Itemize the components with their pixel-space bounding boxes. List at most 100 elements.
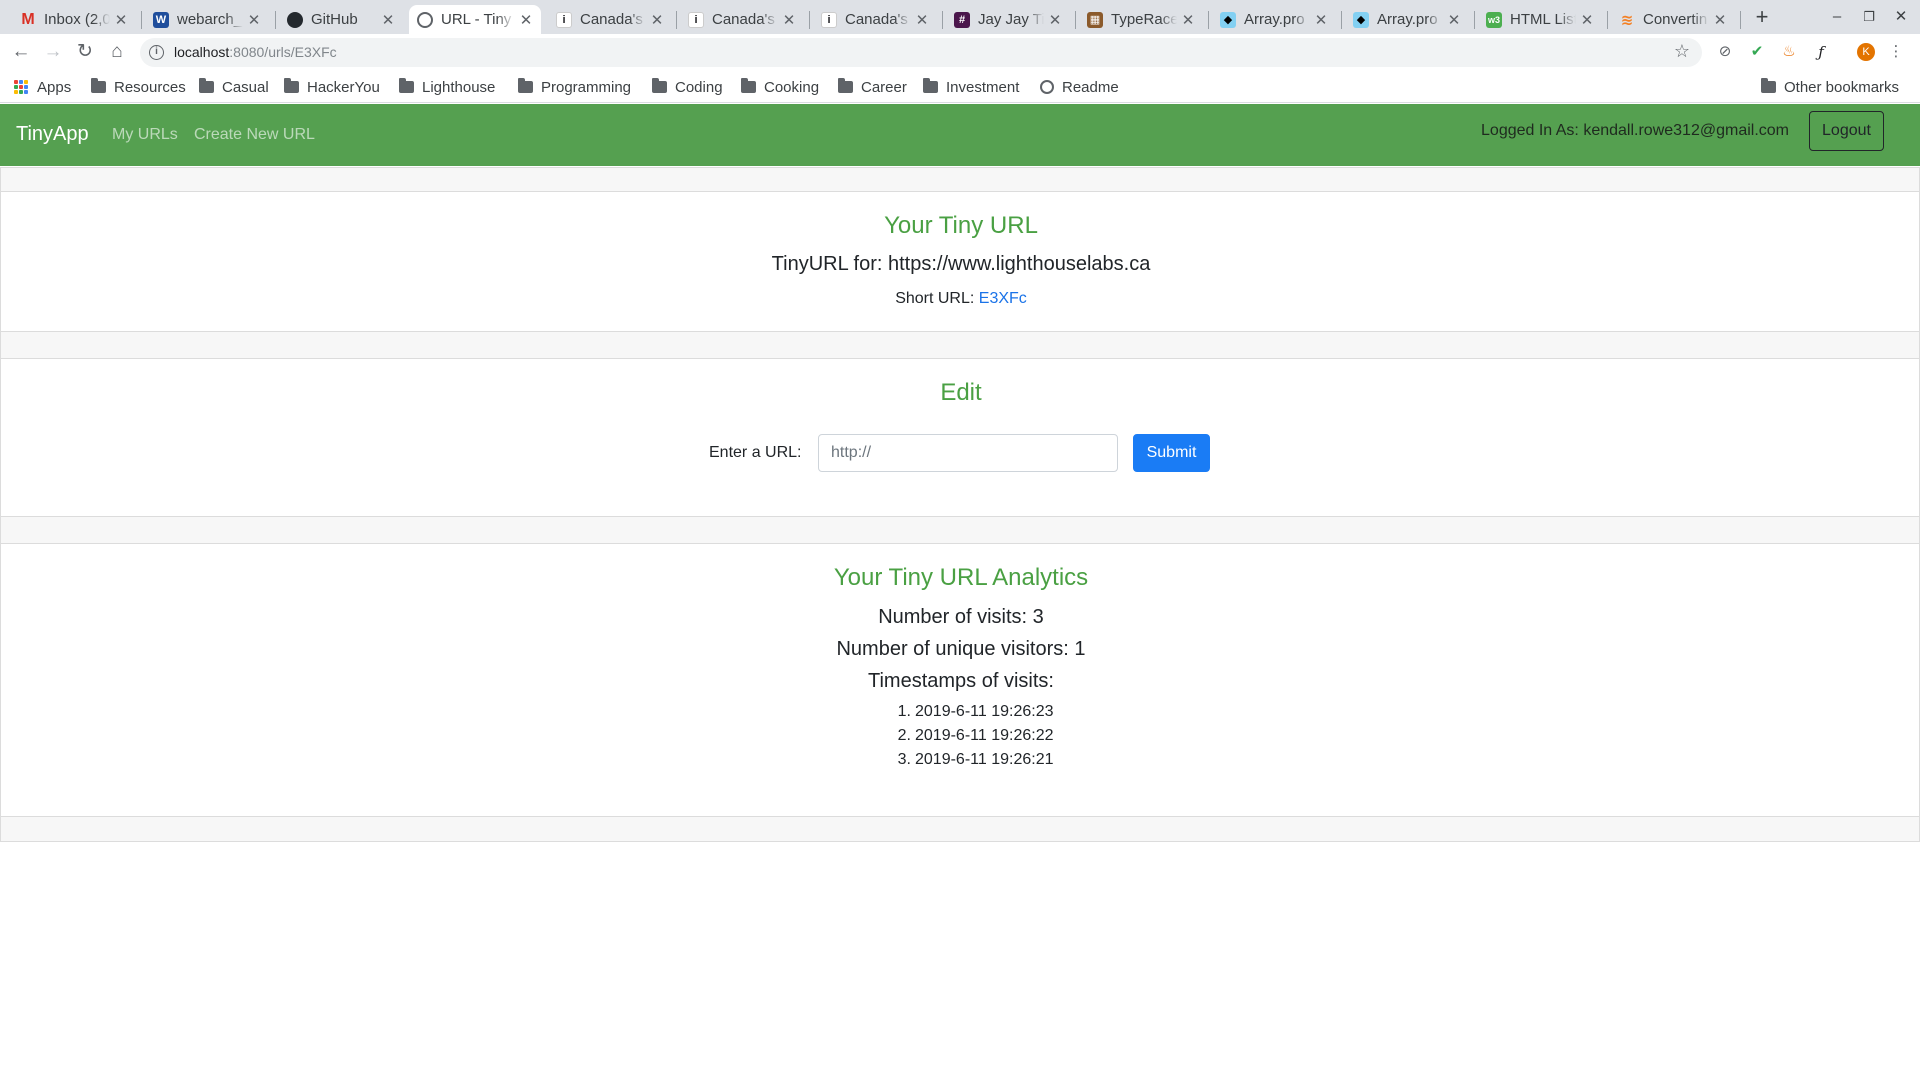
timestamps-label: Timestamps of visits: (868, 670, 1054, 692)
check-extension-icon[interactable]: ✔ (1748, 43, 1766, 61)
forward-icon[interactable]: → (40, 39, 66, 65)
back-icon[interactable]: ← (8, 39, 34, 65)
bookmark-label: Apps (37, 78, 72, 96)
close-tab-icon[interactable]: ✕ (1447, 11, 1461, 29)
bookmark-hackeryou[interactable]: HackerYou (284, 78, 380, 96)
bookmark-label: Casual (222, 78, 269, 96)
bookmark-label: Resources (114, 78, 186, 96)
logout-button[interactable]: Logout (1809, 111, 1884, 151)
home-icon[interactable]: ⌂ (104, 39, 130, 65)
tab-separator (1740, 11, 1741, 29)
close-tab-icon[interactable]: ✕ (1314, 11, 1328, 29)
short-url-link[interactable]: E3XFc (979, 290, 1027, 307)
browser-toolbar: ← → ↻ ⌂ i localhost:8080/urls/E3XFc ☆ ⊘ … (0, 34, 1920, 70)
bookmark-resources[interactable]: Resources (91, 78, 186, 96)
url-input[interactable] (818, 434, 1118, 472)
bookmark-programming[interactable]: Programming (518, 78, 631, 96)
bookmark-career[interactable]: Career (838, 78, 907, 96)
minimize-icon[interactable]: – (1821, 4, 1853, 30)
close-tab-icon[interactable]: ✕ (114, 11, 128, 29)
tab-title: Jay Jay Tir (978, 11, 1044, 28)
tab-separator (942, 11, 943, 29)
close-window-icon[interactable]: ✕ (1885, 4, 1917, 30)
stackoverflow-icon: ≋ (1620, 11, 1634, 29)
list-number: 3. (897, 751, 911, 768)
tiny-url-card: Your Tiny URL TinyURL for: https://www.l… (0, 191, 1920, 332)
bookmark-label: Readme (1062, 78, 1119, 96)
close-tab-icon[interactable]: ✕ (1713, 11, 1727, 29)
logged-in-as: Logged In As: kendall.rowe312@gmail.com (1481, 122, 1789, 139)
short-url-label: Short URL: (895, 290, 975, 307)
bookmark-apps[interactable]: Apps (14, 78, 71, 96)
folder-icon (91, 78, 106, 93)
tab-jayjay[interactable]: # Jay Jay Tir ✕ (946, 5, 1070, 34)
unique-visitors-count: Number of unique visitors: 1 (836, 638, 1086, 660)
nav-my-urls[interactable]: My URLs (112, 126, 178, 144)
folder-icon (399, 78, 414, 93)
block-extension-icon[interactable]: ⊘ (1716, 43, 1734, 61)
close-tab-icon[interactable]: ✕ (915, 11, 929, 29)
tab-typeracer[interactable]: ▦ TypeRace ✕ (1079, 5, 1203, 34)
tab-html-list[interactable]: w3 HTML List ✕ (1478, 5, 1602, 34)
close-tab-icon[interactable]: ✕ (519, 11, 533, 29)
reload-icon[interactable]: ↻ (72, 39, 98, 65)
bookmark-coding[interactable]: Coding (652, 78, 723, 96)
tab-github[interactable]: GitHub ✕ (279, 5, 403, 34)
info-icon: i (821, 11, 837, 28)
tab-tinyapp[interactable]: URL - Tiny ✕ (409, 5, 541, 34)
globe-icon (1040, 80, 1054, 94)
site-info-icon[interactable]: i (149, 45, 164, 60)
folder-icon (284, 78, 299, 93)
tab-title: Array.pro (1377, 11, 1438, 28)
analytics-card: Your Tiny URL Analytics Number of visits… (0, 543, 1920, 817)
webarch-icon: W (153, 11, 169, 28)
tab-separator (1474, 11, 1475, 29)
section-spacer (0, 331, 1920, 359)
tab-canada-2[interactable]: i Canada's ✕ (680, 5, 804, 34)
tab-gmail[interactable]: M Inbox (2,0 ✕ (12, 5, 136, 34)
address-url[interactable]: localhost:8080/urls/E3XFc (174, 44, 337, 60)
close-tab-icon[interactable]: ✕ (650, 11, 664, 29)
app-navbar: TinyApp My URLs Create New URL Logged In… (0, 104, 1920, 166)
bookmark-readme[interactable]: Readme (1040, 78, 1119, 96)
submit-button[interactable]: Submit (1133, 434, 1210, 472)
bookmark-lighthouse[interactable]: Lighthouse (399, 78, 495, 96)
restore-icon[interactable]: ❐ (1853, 4, 1885, 30)
close-tab-icon[interactable]: ✕ (1048, 11, 1062, 29)
other-bookmarks[interactable]: Other bookmarks (1761, 78, 1899, 96)
tab-webarch[interactable]: W webarch_ ✕ (145, 5, 269, 34)
bookmark-cooking[interactable]: Cooking (741, 78, 819, 96)
tab-canada-1[interactable]: i Canada's ✕ (548, 5, 672, 34)
folder-icon (518, 78, 533, 93)
tab-title: Convertin (1643, 11, 1708, 28)
folder-icon (1761, 78, 1776, 93)
close-tab-icon[interactable]: ✕ (381, 11, 395, 29)
folder-icon (199, 78, 214, 93)
list-number: 2. (897, 727, 911, 744)
tab-separator (275, 11, 276, 29)
bookmark-label: Coding (675, 78, 723, 96)
close-tab-icon[interactable]: ✕ (1580, 11, 1594, 29)
close-tab-icon[interactable]: ✕ (1181, 11, 1195, 29)
menu-kebab-icon[interactable]: ⋮ (1887, 43, 1905, 61)
tab-separator (141, 11, 142, 29)
tab-canada-3[interactable]: i Canada's ✕ (813, 5, 937, 34)
tab-title: HTML List (1510, 11, 1576, 28)
close-tab-icon[interactable]: ✕ (782, 11, 796, 29)
profile-avatar[interactable]: K (1857, 43, 1875, 61)
tab-title: URL - Tiny (441, 11, 512, 28)
function-extension-icon[interactable]: ƒ (1812, 43, 1830, 61)
bookmark-investment[interactable]: Investment (923, 78, 1019, 96)
new-tab-button[interactable]: + (1748, 5, 1776, 31)
brand-link[interactable]: TinyApp (16, 123, 89, 146)
nav-create-new-url[interactable]: Create New URL (194, 126, 315, 144)
close-tab-icon[interactable]: ✕ (247, 11, 261, 29)
tab-array-2[interactable]: ◆ Array.pro ✕ (1345, 5, 1469, 34)
fire-extension-icon[interactable]: ♨ (1780, 43, 1798, 61)
tab-converting[interactable]: ≋ Convertin ✕ (1611, 5, 1735, 34)
list-item: 2. 2019-6-11 19:26:22 (893, 724, 1054, 748)
bookmark-star-icon[interactable]: ☆ (1674, 41, 1690, 62)
tab-array-1[interactable]: ◆ Array.pro ✕ (1212, 5, 1336, 34)
address-bar[interactable]: i localhost:8080/urls/E3XFc ☆ (140, 38, 1702, 67)
bookmark-casual[interactable]: Casual (199, 78, 269, 96)
